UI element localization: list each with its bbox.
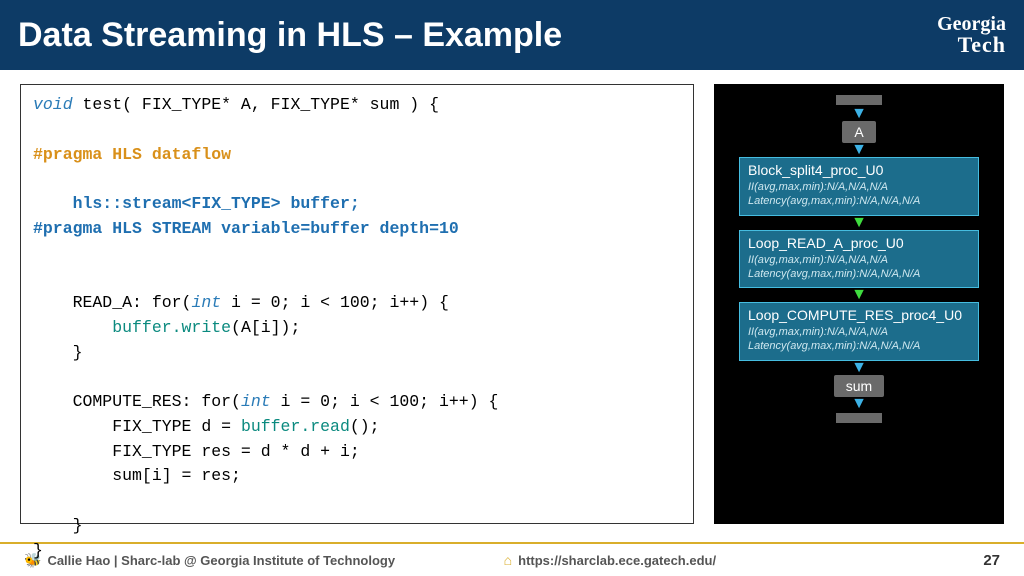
code-l14: FIX_TYPE res = d * d + i; <box>33 442 360 461</box>
arrow-icon: ▼ <box>851 142 867 158</box>
footer-author-block: 🐝 Callie Hao | Sharc-lab @ Georgia Insti… <box>24 552 504 569</box>
kw-void: void <box>33 95 73 114</box>
arrow-icon: ▼ <box>851 215 867 231</box>
node-ii: II(avg,max,min):N/A,N/A,N/A <box>748 325 970 339</box>
arrow-icon: ▼ <box>851 360 867 376</box>
code-read-a2: i = 0; i < 100; i++) { <box>221 293 449 312</box>
footer-author: Callie Hao | Sharc-lab @ Georgia Institu… <box>47 553 395 568</box>
logo-text-bottom: Tech <box>937 34 1006 56</box>
arrow-icon: ▼ <box>851 106 867 122</box>
code-listing: void test( FIX_TYPE* A, FIX_TYPE* sum ) … <box>20 84 694 524</box>
node-ii: II(avg,max,min):N/A,N/A,N/A <box>748 180 970 194</box>
code-compute-a: COMPUTE_RES: for( <box>33 392 241 411</box>
logo-text-top: Georgia <box>937 14 1006 34</box>
slide-header: Data Streaming in HLS – Example Georgia … <box>0 0 1024 70</box>
stream-decl: hls::stream<FIX_TYPE> buffer; <box>33 194 360 213</box>
footer-url: https://sharclab.ece.gatech.edu/ <box>518 553 716 568</box>
code-compute-b: i = 0; i < 100; i++) { <box>271 392 499 411</box>
code-column: ☛ 1 void test( FIX_TYPE* A, FIX_TYPE* su… <box>20 84 694 536</box>
buffer-write: buffer.write <box>112 318 231 337</box>
page-number: 27 <box>983 552 1000 569</box>
node-latency: Latency(avg,max,min):N/A,N/A,N/A <box>748 267 970 281</box>
node-a: A <box>842 121 875 143</box>
node-title: Loop_READ_A_proc_U0 <box>748 235 970 251</box>
graph-terminal-top <box>836 95 882 105</box>
node-sum: sum <box>834 375 884 397</box>
node-block-split: Block_split4_proc_U0 II(avg,max,min):N/A… <box>739 157 979 216</box>
pragma-stream: #pragma HLS STREAM variable=buffer depth… <box>33 219 459 238</box>
code-l13a: FIX_TYPE d = <box>33 417 241 436</box>
dataflow-graph: ▼ A ▼ Block_split4_proc_U0 II(avg,max,mi… <box>714 84 1004 524</box>
node-loop-read: Loop_READ_A_proc_U0 II(avg,max,min):N/A,… <box>739 230 979 289</box>
code-l9c: (A[i]); <box>231 318 300 337</box>
graph-terminal-bottom <box>836 413 882 423</box>
kw-int-1: int <box>191 293 221 312</box>
node-title: Loop_COMPUTE_RES_proc4_U0 <box>748 307 970 323</box>
node-title: Block_split4_proc_U0 <box>748 162 970 178</box>
gt-logo: Georgia Tech <box>937 14 1006 56</box>
node-ii: II(avg,max,min):N/A,N/A,N/A <box>748 253 970 267</box>
code-line-1: test( FIX_TYPE* A, FIX_TYPE* sum ) { <box>73 95 439 114</box>
code-l13c: (); <box>350 417 380 436</box>
code-l10: } <box>33 343 83 362</box>
code-l15: sum[i] = res; <box>33 466 241 485</box>
code-read-a: READ_A: for( <box>33 293 191 312</box>
pragma-dataflow: #pragma HLS dataflow <box>33 145 231 164</box>
node-latency: Latency(avg,max,min):N/A,N/A,N/A <box>748 194 970 208</box>
buffer-read: buffer.read <box>241 417 350 436</box>
kw-int-2: int <box>241 392 271 411</box>
node-latency: Latency(avg,max,min):N/A,N/A,N/A <box>748 339 970 353</box>
slide-title: Data Streaming in HLS – Example <box>18 16 562 55</box>
arrow-icon: ▼ <box>851 396 867 412</box>
code-l17: } <box>33 516 83 535</box>
code-indent-9 <box>33 318 112 337</box>
slide-footer: 🐝 Callie Hao | Sharc-lab @ Georgia Insti… <box>0 542 1024 576</box>
home-icon: ⌂ <box>504 552 512 568</box>
node-loop-compute: Loop_COMPUTE_RES_proc4_U0 II(avg,max,min… <box>739 302 979 361</box>
code-l18: } <box>33 541 43 560</box>
arrow-icon: ▼ <box>851 287 867 303</box>
footer-url-block: ⌂ https://sharclab.ece.gatech.edu/ <box>504 552 984 568</box>
slide-body: ☛ 1 void test( FIX_TYPE* A, FIX_TYPE* su… <box>0 70 1024 542</box>
